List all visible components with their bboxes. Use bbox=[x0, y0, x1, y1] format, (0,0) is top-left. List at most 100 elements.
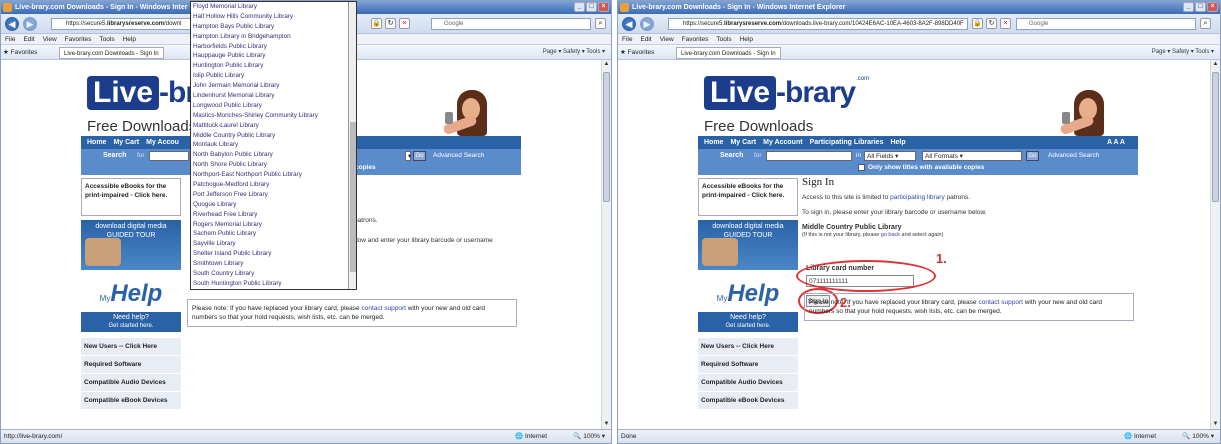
library-option[interactable]: Floyd Memorial Library bbox=[191, 2, 356, 12]
library-option[interactable]: Quogue Library bbox=[191, 200, 356, 210]
menu-tools[interactable]: Tools bbox=[99, 36, 114, 43]
menu-help[interactable]: Help bbox=[123, 36, 136, 43]
menu-help[interactable]: Help bbox=[740, 36, 753, 43]
formats-select[interactable]: All Formats ▾ bbox=[922, 151, 1022, 161]
required-software-link[interactable]: Required Software bbox=[698, 356, 798, 374]
search-box[interactable]: Google bbox=[1016, 18, 1196, 30]
menu-favorites[interactable]: Favorites bbox=[682, 36, 709, 43]
back-icon[interactable]: ◀ bbox=[622, 17, 636, 31]
advanced-search-link[interactable]: Advanced Search bbox=[1048, 152, 1099, 159]
format-select-arrow[interactable]: ▾ bbox=[405, 151, 411, 161]
library-option[interactable]: Patchogue-Medford Library bbox=[191, 180, 356, 190]
forward-icon[interactable]: ▶ bbox=[23, 17, 37, 31]
accessible-ebooks-link[interactable]: Accessible eBooks for the print-impaired… bbox=[698, 178, 798, 216]
library-option[interactable]: Sayville Library bbox=[191, 239, 356, 249]
favorites-button[interactable]: ★ Favorites bbox=[620, 45, 654, 60]
library-option[interactable]: Shelter Island Public Library bbox=[191, 249, 356, 259]
new-users-link[interactable]: New Users -- Click Here bbox=[81, 338, 181, 356]
nav-my-cart[interactable]: My Cart bbox=[113, 139, 139, 146]
favorites-button[interactable]: ★ Favorites bbox=[3, 45, 37, 60]
close-button[interactable]: × bbox=[1207, 2, 1218, 12]
refresh-icon[interactable]: ↻ bbox=[986, 18, 997, 29]
library-option[interactable]: Hampton Library in Bridgehampton bbox=[191, 32, 356, 42]
nav-participating-libraries[interactable]: Participating Libraries bbox=[810, 139, 884, 146]
library-option[interactable]: Middle Country Public Library bbox=[191, 131, 356, 141]
text-size-controls[interactable]: A A A bbox=[1107, 136, 1125, 149]
library-option[interactable]: Smithtown Library bbox=[191, 259, 356, 269]
maximize-button[interactable]: □ bbox=[1195, 2, 1206, 12]
library-option[interactable]: South Country Library bbox=[191, 269, 356, 279]
library-option[interactable]: Southold Free Library bbox=[191, 289, 356, 290]
library-option[interactable]: Mattituck-Laurel Library bbox=[191, 121, 356, 131]
guided-tour-banner[interactable]: download digital media GUIDED TOUR bbox=[698, 220, 798, 270]
participating-library-link[interactable]: participating library bbox=[890, 194, 945, 201]
nav-help[interactable]: Help bbox=[890, 139, 905, 146]
audio-devices-link[interactable]: Compatible Audio Devices bbox=[698, 374, 798, 392]
stop-icon[interactable]: × bbox=[399, 18, 410, 29]
library-option[interactable]: Mastics-Moriches-Shirley Community Libra… bbox=[191, 111, 356, 121]
library-option[interactable]: Lindenhurst Memorial Library bbox=[191, 91, 356, 101]
maximize-button[interactable]: □ bbox=[586, 2, 597, 12]
nav-my-account[interactable]: My Account bbox=[763, 139, 802, 146]
search-icon[interactable]: ⌕ bbox=[595, 18, 606, 29]
nav-home[interactable]: Home bbox=[87, 139, 106, 146]
nav-my-account[interactable]: My Accou bbox=[146, 139, 179, 146]
library-option[interactable]: Hampton Bays Public Library bbox=[191, 22, 356, 32]
search-query-input[interactable] bbox=[766, 151, 852, 161]
menu-tools[interactable]: Tools bbox=[716, 36, 731, 43]
menu-file[interactable]: File bbox=[622, 36, 632, 43]
zoom-level[interactable]: 🔍 100% ▾ bbox=[1182, 430, 1214, 443]
refresh-icon[interactable]: ↻ bbox=[385, 18, 396, 29]
ebook-devices-link[interactable]: Compatible eBook Devices bbox=[698, 392, 798, 410]
page-scrollbar[interactable]: ▲ ▼ bbox=[1210, 60, 1220, 429]
menu-view[interactable]: View bbox=[660, 36, 674, 43]
library-option[interactable]: South Huntington Public Library bbox=[191, 279, 356, 289]
library-option[interactable]: Hauppauge Public Library bbox=[191, 51, 356, 61]
browser-tab[interactable]: Live-brary.com Downloads - Sign In bbox=[59, 47, 164, 59]
stop-icon[interactable]: × bbox=[1000, 18, 1011, 29]
command-bar[interactable]: Page ▾ Safety ▾ Tools ▾ bbox=[1152, 45, 1214, 60]
minimize-button[interactable]: _ bbox=[1183, 2, 1194, 12]
lock-icon[interactable]: 🔒 bbox=[371, 18, 382, 29]
browser-tab[interactable]: Live-brary.com Downloads - Sign In bbox=[676, 47, 781, 59]
library-option[interactable]: Half Hollow Hills Community Library bbox=[191, 12, 356, 22]
menu-view[interactable]: View bbox=[43, 36, 57, 43]
new-users-link[interactable]: New Users -- Click Here bbox=[698, 338, 798, 356]
library-option[interactable]: Port Jefferson Free Library bbox=[191, 190, 356, 200]
guided-tour-banner[interactable]: download digital media GUIDED TOUR bbox=[81, 220, 181, 270]
library-option[interactable]: Riverhead Free Library bbox=[191, 210, 356, 220]
nav-home[interactable]: Home bbox=[704, 139, 723, 146]
audio-devices-link[interactable]: Compatible Audio Devices bbox=[81, 374, 181, 392]
address-bar[interactable]: https://secure5.librarysreserve.com/down… bbox=[668, 18, 968, 30]
library-option[interactable]: Longwood Public Library bbox=[191, 101, 356, 111]
menu-file[interactable]: File bbox=[5, 36, 15, 43]
required-software-link[interactable]: Required Software bbox=[81, 356, 181, 374]
only-available-checkbox[interactable]: Only show titles with available copies bbox=[858, 164, 984, 171]
nav-my-cart[interactable]: My Cart bbox=[730, 139, 756, 146]
advanced-search-link[interactable]: Advanced Search bbox=[433, 152, 484, 159]
fields-select[interactable]: All Fields ▾ bbox=[864, 151, 916, 161]
lock-icon[interactable]: 🔒 bbox=[972, 18, 983, 29]
contact-support-link[interactable]: contact support bbox=[361, 305, 405, 312]
library-option[interactable]: Northport-East Northport Public Library bbox=[191, 170, 356, 180]
page-scrollbar[interactable]: ▲ ▼ bbox=[601, 60, 611, 429]
zoom-level[interactable]: 🔍 100% ▾ bbox=[573, 430, 605, 443]
library-option[interactable]: North Shore Public Library bbox=[191, 160, 356, 170]
ebook-devices-link[interactable]: Compatible eBook Devices bbox=[81, 392, 181, 410]
close-button[interactable]: × bbox=[598, 2, 609, 12]
search-query-input[interactable] bbox=[149, 151, 189, 161]
library-option[interactable]: Harborfields Public Library bbox=[191, 42, 356, 52]
menu-edit[interactable]: Edit bbox=[23, 36, 34, 43]
menu-favorites[interactable]: Favorites bbox=[65, 36, 92, 43]
back-icon[interactable]: ◀ bbox=[5, 17, 19, 31]
library-option[interactable]: Montauk Library bbox=[191, 140, 356, 150]
library-option[interactable]: Islip Public Library bbox=[191, 71, 356, 81]
library-option[interactable]: Rogers Memorial Library bbox=[191, 220, 356, 230]
my-help-banner[interactable]: MyHelp Need help? Get started here. bbox=[698, 274, 798, 332]
search-icon[interactable]: ⌕ bbox=[1200, 18, 1211, 29]
forward-icon[interactable]: ▶ bbox=[640, 17, 654, 31]
library-dropdown-list[interactable]: Floyd Memorial Library Half Hollow Hills … bbox=[190, 1, 357, 290]
library-option[interactable]: North Babylon Public Library bbox=[191, 150, 356, 160]
library-option[interactable]: John Jermain Memorial Library bbox=[191, 81, 356, 91]
minimize-button[interactable]: _ bbox=[574, 2, 585, 12]
